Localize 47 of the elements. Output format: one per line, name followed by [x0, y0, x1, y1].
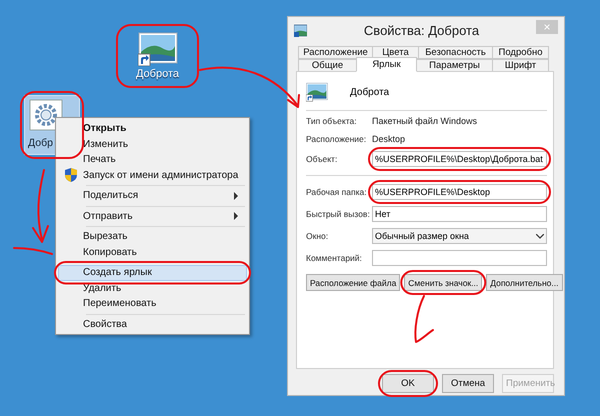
menu-item[interactable]: Свойства [58, 316, 247, 332]
field-value: Desktop [372, 133, 406, 145]
tab[interactable]: Параметры [416, 59, 493, 72]
field-label: Объект: [306, 154, 338, 164]
window-title: Свойства: Доброта [362, 22, 480, 38]
menu-item[interactable]: Создать ярлык [58, 265, 247, 280]
icon-label: Доброта [136, 68, 180, 80]
image-shortcut-icon [138, 32, 178, 66]
button[interactable]: OK [382, 374, 434, 393]
submenu-arrow-icon [234, 212, 238, 220]
input-field[interactable]: Нет [372, 206, 547, 222]
field-label: Расположение: [306, 134, 368, 144]
tab[interactable]: Безопасность [418, 46, 493, 59]
input-field[interactable]: %USERPROFILE%\Desktop\Доброта.bat [372, 151, 547, 167]
menu-item[interactable]: Запуск от имени администратора [58, 168, 247, 183]
menu-item[interactable]: Печать [58, 152, 247, 168]
button[interactable]: Сменить значок... [404, 274, 482, 291]
tab[interactable]: Общие [298, 59, 357, 72]
field-label: Комментарий: [306, 253, 363, 263]
file-name: Доброта [350, 86, 390, 98]
field-value: Пакетный файл Windows [372, 115, 478, 127]
menu-item[interactable]: Поделиться [58, 188, 247, 204]
menu-item[interactable]: Вырезать [58, 229, 247, 244]
field-label: Тип объекта: [306, 116, 358, 126]
input-field[interactable]: %USERPROFILE%\Desktop [372, 184, 547, 200]
chevron-down-icon [536, 234, 544, 238]
shield-icon [65, 168, 77, 182]
icon-label: Добр [28, 137, 53, 149]
field-label: Окно: [306, 231, 330, 241]
image-shortcut-icon [306, 82, 328, 102]
submenu-arrow-icon [234, 192, 238, 200]
shortcut-icon [294, 24, 307, 36]
field-label: Рабочая папка: [306, 187, 368, 197]
input-field[interactable] [372, 250, 547, 266]
button[interactable]: Расположение файла [306, 274, 400, 291]
menu-item[interactable]: Отправить [58, 208, 247, 224]
menu-item[interactable]: Копировать [58, 244, 247, 260]
menu-item[interactable]: Удалить [58, 280, 247, 296]
tab[interactable]: Ярлык [356, 57, 417, 72]
tab[interactable]: Шрифт [492, 59, 549, 72]
dropdown[interactable]: Обычный размер окна [372, 228, 547, 244]
menu-item[interactable]: Переименовать [58, 296, 247, 312]
tab[interactable]: Расположение [298, 46, 373, 59]
tab[interactable]: Подробно [492, 46, 549, 59]
field-label: Быстрый вызов: [306, 209, 371, 219]
button[interactable]: Дополнительно... [486, 274, 562, 291]
button[interactable]: Отмена [442, 374, 494, 393]
